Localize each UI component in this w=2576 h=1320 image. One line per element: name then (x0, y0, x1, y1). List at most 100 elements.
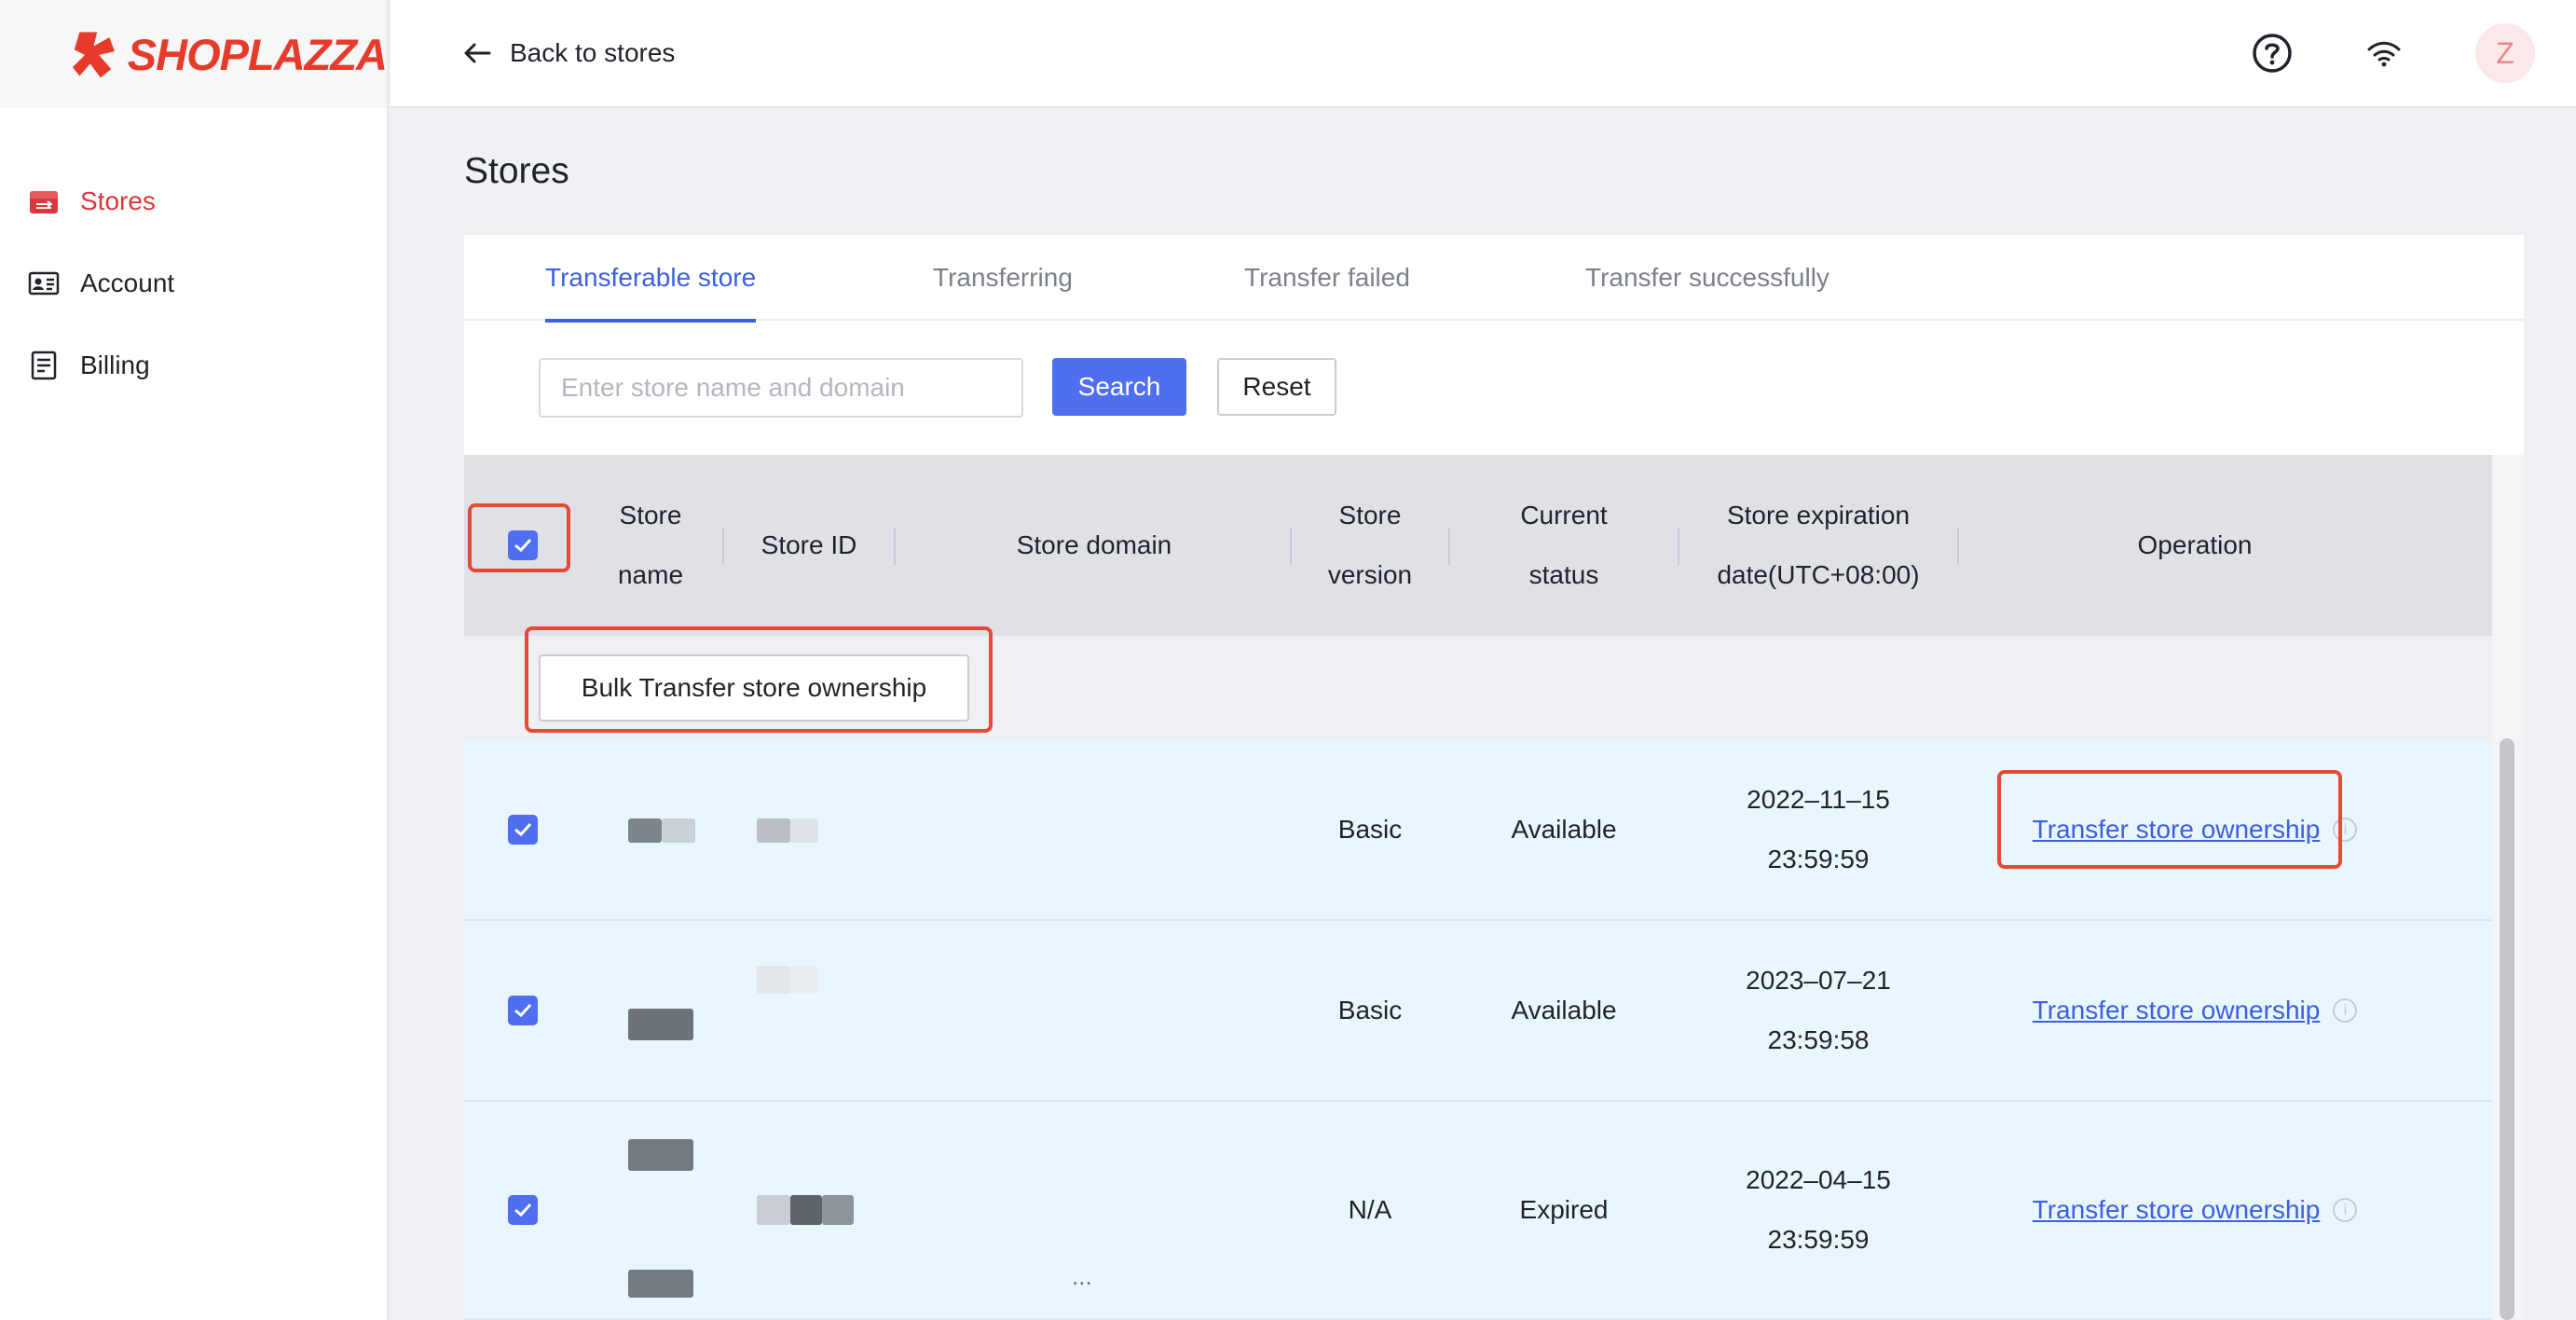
shoplazza-logo-icon (72, 32, 116, 78)
redacted-store-name (662, 818, 695, 843)
bulk-transfer-button[interactable]: Bulk Transfer store ownership (539, 654, 969, 722)
back-to-stores-link[interactable]: Back to stores (463, 38, 675, 68)
expiration-date-day: 2022–11–15 (1747, 785, 1890, 814)
column-header-expiration-date: Store expiration date(UTC+08:00) (1679, 455, 1957, 636)
redacted-store-id (757, 818, 790, 843)
store-version: N/A (1348, 1195, 1392, 1224)
redacted-store-name (628, 818, 662, 843)
column-header-store-version: Store version (1292, 455, 1448, 636)
domain-truncation: ... (1072, 1262, 1092, 1290)
redacted-store-name (628, 1009, 693, 1040)
sidebar-item-account[interactable]: Account (0, 242, 387, 324)
sidebar-item-billing[interactable]: Billing (0, 324, 387, 406)
stores-card: Transferable store Transferring Transfer… (464, 235, 2524, 1320)
checkmark-icon (514, 538, 532, 553)
column-header-line: Current (1520, 501, 1608, 529)
column-header-line: Store (1338, 501, 1402, 529)
status-tabs: Transferable store Transferring Transfer… (464, 235, 2524, 323)
expiration-date-time: 23:59:59 (1767, 1225, 1870, 1254)
redacted-store-name (628, 1139, 693, 1171)
checkmark-icon (514, 1003, 532, 1018)
sidebar-item-label: Account (80, 268, 175, 297)
column-header-line: Store (619, 501, 682, 529)
table-row: ... N/A Expired 2022–04–15 23:59:59 Tran… (464, 1102, 2492, 1320)
table-scrollbar-thumb[interactable] (2500, 738, 2514, 1320)
redacted-store-name (628, 1270, 693, 1298)
row-checkbox[interactable] (508, 996, 538, 1025)
table-row: Basic Available 2023–07–21 23:59:58 Tran… (464, 921, 2492, 1102)
transfer-ownership-link[interactable]: Transfer store ownership (2033, 981, 2321, 1040)
column-header-store-name: Store name (582, 455, 719, 636)
column-header-store-domain: Store domain (1016, 530, 1172, 559)
row-select-cell (464, 921, 582, 1100)
column-header-line: Store expiration (1726, 501, 1911, 529)
filter-bar: Search Reset (464, 321, 2524, 455)
column-header-line: status (1528, 560, 1599, 589)
bulk-action-bar: Bulk Transfer store ownership (464, 636, 2492, 740)
tab-transferring[interactable]: Transferring (933, 235, 1073, 321)
logo[interactable]: SHOPLAZZA (0, 0, 388, 108)
top-header: Back to stores Z (391, 0, 2576, 108)
back-label: Back to stores (510, 38, 676, 67)
redacted-store-id (790, 818, 818, 843)
column-header-line: date(UTC+08:00) (1717, 560, 1920, 589)
info-icon[interactable]: i (2333, 1198, 2358, 1222)
info-icon[interactable]: i (2333, 998, 2358, 1023)
expiration-date: 2022–11–15 23:59:59 (1679, 740, 1957, 919)
redacted-store-id (757, 1195, 790, 1225)
select-all-checkbox[interactable] (508, 530, 538, 560)
tab-transferable-store[interactable]: Transferable store (545, 235, 757, 323)
current-status: Available (1511, 815, 1617, 844)
store-icon (30, 191, 58, 213)
wifi-icon[interactable] (2364, 33, 2405, 74)
transfer-ownership-link[interactable]: Transfer store ownership (2033, 800, 2321, 859)
expiration-date-day: 2023–07–21 (1746, 966, 1891, 995)
redacted-store-id (790, 966, 818, 994)
select-all-cell (464, 455, 582, 636)
operation-cell: Transfer store ownership i (1959, 921, 2431, 1100)
column-header-operation: Operation (2137, 530, 2253, 559)
tab-transfer-failed[interactable]: Transfer failed (1244, 235, 1410, 321)
header-actions: Z (2252, 23, 2535, 83)
page-title: Stores (464, 151, 569, 191)
store-version: Basic (1337, 815, 1403, 844)
sidebar-item-label: Billing (80, 351, 150, 379)
sidebar-item-stores[interactable]: Stores (0, 160, 387, 242)
expiration-date-time: 23:59:58 (1767, 1025, 1870, 1054)
tab-transfer-successfully[interactable]: Transfer successfully (1585, 235, 1829, 321)
checkmark-icon (514, 1203, 532, 1217)
sidebar-item-label: Stores (80, 186, 156, 215)
table-row: Basic Available 2022–11–15 23:59:59 Tran… (464, 740, 2492, 921)
store-version: Basic (1337, 996, 1403, 1024)
search-input[interactable] (539, 358, 1023, 418)
column-header-line: name (617, 560, 684, 589)
operation-cell: Transfer store ownership i (1959, 1102, 2431, 1318)
expiration-date-time: 23:59:59 (1767, 845, 1870, 873)
user-avatar[interactable]: Z (2475, 23, 2535, 83)
search-button[interactable]: Search (1052, 358, 1186, 416)
sidebar: SHOPLAZZA Stores Account Billing (0, 0, 389, 1320)
id-card-icon (28, 271, 60, 296)
row-checkbox[interactable] (508, 1195, 538, 1225)
expiration-date: 2023–07–21 23:59:58 (1679, 921, 1957, 1100)
row-select-cell (464, 1102, 582, 1318)
redacted-store-id (790, 1195, 822, 1225)
operation-cell: Transfer store ownership i (1959, 740, 2431, 919)
current-status: Expired (1519, 1195, 1609, 1224)
arrow-left-icon (464, 43, 491, 63)
transfer-ownership-link[interactable]: Transfer store ownership (2033, 1180, 2321, 1240)
help-icon[interactable] (2252, 33, 2293, 74)
brand-name: SHOPLAZZA (127, 29, 388, 79)
redacted-store-id (822, 1195, 854, 1225)
table-header: Store name Store ID Store domain Store v… (464, 455, 2492, 636)
row-checkbox[interactable] (508, 815, 538, 845)
row-select-cell (464, 740, 582, 919)
column-header-line: version (1327, 560, 1413, 589)
document-icon (31, 351, 57, 380)
checkmark-icon (514, 822, 532, 837)
expiration-date: 2022–04–15 23:59:59 (1679, 1102, 1957, 1318)
reset-button[interactable]: Reset (1217, 358, 1336, 416)
column-header-store-id: Store ID (760, 530, 857, 559)
info-icon[interactable]: i (2333, 818, 2358, 842)
redacted-store-id (757, 966, 790, 994)
